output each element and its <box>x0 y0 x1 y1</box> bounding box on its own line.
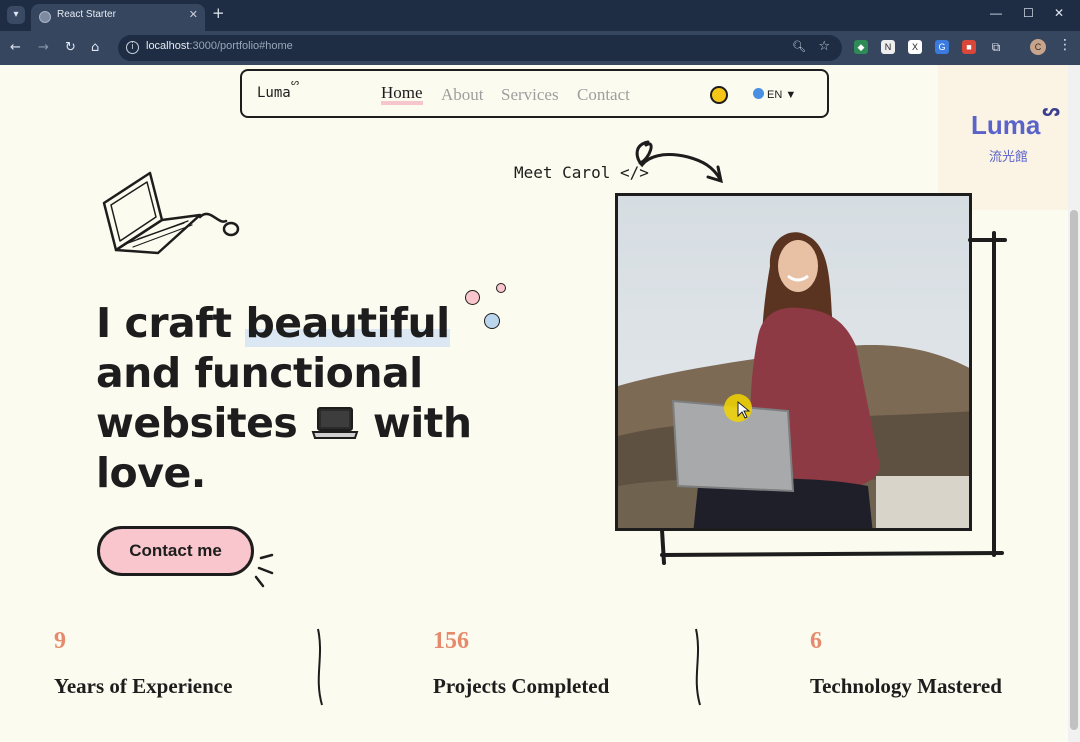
globe-icon <box>753 88 764 99</box>
back-arrow-icon[interactable]: ← <box>10 40 21 55</box>
reload-icon[interactable]: ↻ <box>65 40 76 55</box>
meet-carol-label: Meet Carol </> <box>514 163 649 182</box>
profile-avatar[interactable]: C <box>1030 39 1046 55</box>
site-logo[interactable]: Luma <box>257 85 291 101</box>
bookmark-star-icon[interactable]: ☆ <box>818 39 830 54</box>
hero-heading: I craft beautiful and functional website… <box>96 299 472 497</box>
contact-me-button[interactable]: Contact me <box>97 526 254 576</box>
stat-divider <box>695 628 701 706</box>
extensions-puzzle-icon[interactable]: ⧉ <box>989 40 1003 54</box>
scrollbar-thumb[interactable] <box>1070 210 1078 730</box>
extension-translate-icon[interactable]: G <box>935 40 949 54</box>
nav-link-contact[interactable]: Contact <box>577 85 630 105</box>
new-tab-button[interactable]: + <box>212 4 225 22</box>
stat-years-value: 9 <box>54 628 66 654</box>
extension-notion-icon[interactable]: N <box>881 40 895 54</box>
site-info-icon[interactable]: i <box>126 41 139 54</box>
stat-divider <box>317 628 323 706</box>
laptop-sketch-icon <box>102 171 240 255</box>
maximize-button[interactable]: ☐ <box>1023 6 1034 20</box>
sparkle-lines-icon <box>254 553 274 588</box>
page-scrollbar[interactable] <box>1068 65 1080 742</box>
minimize-button[interactable]: — <box>990 6 1002 20</box>
stat-tech-value: 6 <box>810 628 822 654</box>
zoom-icon[interactable]: 🔍︎ <box>792 40 806 53</box>
forward-arrow-icon[interactable]: → <box>38 40 49 55</box>
stat-projects-label: Projects Completed <box>433 674 610 698</box>
globe-icon <box>39 11 51 23</box>
stat-projects-value: 156 <box>433 628 469 654</box>
nav-link-about[interactable]: About <box>441 85 484 105</box>
browser-toolbar: ← → ↻ ⌂ i localhost:3000/portfolio#home … <box>0 31 1080 65</box>
luma-watermark: Luma ᔕ 流光館 <box>938 65 1068 210</box>
close-tab-icon[interactable]: ✕ <box>189 8 198 21</box>
browser-menu-icon[interactable]: ⋮ <box>1058 37 1072 53</box>
sketch-frame-lines <box>660 231 1007 565</box>
small-pink-bubble-icon <box>496 283 506 293</box>
portfolio-page: Luma ᔕ Home About Services Contact EN ▼ … <box>0 65 1068 742</box>
tab-search-button[interactable]: ▾ <box>7 6 25 24</box>
logo-mark-icon: ᔕ <box>291 78 300 88</box>
laptop-emoji-icon <box>311 401 359 439</box>
extension-green-icon[interactable]: ◆ <box>854 40 868 54</box>
address-bar[interactable]: i localhost:3000/portfolio#home 🔍︎ ☆ <box>118 35 842 61</box>
language-selector[interactable]: EN ▼ <box>753 88 796 101</box>
nav-link-home[interactable]: Home <box>381 84 423 105</box>
theme-toggle-sun-icon[interactable] <box>710 86 728 104</box>
nav-link-services[interactable]: Services <box>501 85 559 105</box>
highlight-word: beautiful <box>245 299 450 347</box>
stat-years-label: Years of Experience <box>54 674 233 698</box>
close-window-button[interactable]: ✕ <box>1054 6 1064 20</box>
browser-tab-strip: ▾ React Starter ✕ + — ☐ ✕ <box>0 0 1080 31</box>
home-icon[interactable]: ⌂ <box>91 40 99 55</box>
watermark-subtitle: 流光館 <box>989 150 1029 165</box>
site-navbar: Luma ᔕ Home About Services Contact EN ▼ <box>240 69 829 118</box>
watermark-brand: Luma <box>971 110 1041 140</box>
browser-tab[interactable]: React Starter ✕ <box>31 4 205 31</box>
extension-red-icon[interactable]: ■ <box>962 40 976 54</box>
extension-x-icon[interactable]: X <box>908 40 922 54</box>
stat-tech-label: Technology Mastered <box>810 674 1002 698</box>
url-text[interactable]: localhost:3000/portfolio#home <box>146 40 293 52</box>
tab-title: React Starter <box>57 9 116 20</box>
watermark-mark-icon: ᔕ <box>1042 101 1061 120</box>
